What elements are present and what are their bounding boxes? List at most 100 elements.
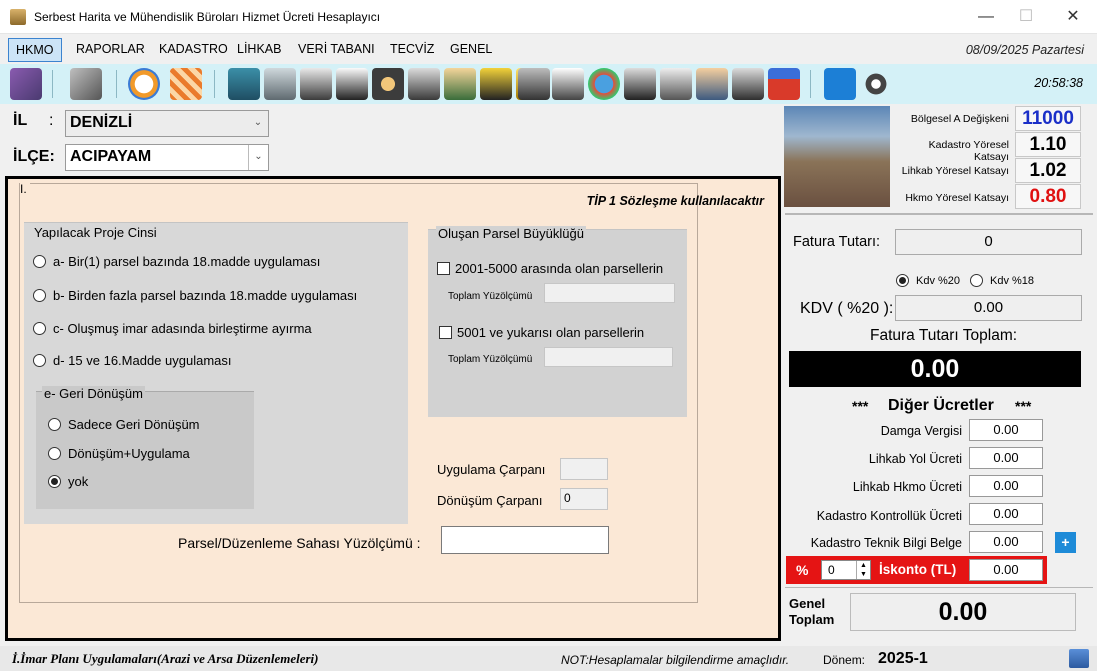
export-icon[interactable] — [824, 68, 856, 100]
checkbox-icon[interactable] — [437, 262, 450, 275]
radio-selected-icon[interactable] — [48, 475, 61, 488]
maximize-button[interactable]: ☐ — [1006, 4, 1046, 30]
survey-truck-icon[interactable] — [408, 68, 440, 100]
uygulama-carpani-input[interactable] — [560, 458, 608, 480]
il-select-value: DENİZLİ — [70, 114, 133, 131]
divider — [785, 587, 1093, 588]
certificate-icon[interactable] — [128, 68, 160, 100]
geri-option-yok[interactable]: yok — [48, 474, 88, 489]
calculator-icon[interactable] — [70, 68, 102, 100]
geri-option-donusum-uygulama[interactable]: Dönüşüm+Uygulama — [48, 446, 190, 461]
fee-value-kadastro-kontrolluk[interactable]: 0.00 — [969, 503, 1043, 525]
kdv-input[interactable]: 0.00 — [895, 295, 1082, 321]
menu-hkmo[interactable]: HKMO — [8, 38, 62, 62]
fee-label-kadastro-kontrolluk: Kadastro Kontrollük Ücreti — [816, 509, 962, 523]
radio-icon[interactable] — [33, 354, 46, 367]
mining-icon[interactable] — [444, 68, 476, 100]
iskonto-panel: % 0 ▲ ▼ İskonto (TL) 0.00 — [786, 556, 1047, 584]
team-icon[interactable] — [732, 68, 764, 100]
close-button[interactable]: ✕ — [1053, 4, 1093, 30]
fee-value-kadastro-teknik[interactable]: 0.00 — [969, 531, 1043, 553]
iskonto-percent-stepper[interactable]: 0 ▲ ▼ — [821, 560, 871, 580]
rate-value-a: 11000 — [1015, 106, 1081, 131]
add-fee-button[interactable]: + — [1055, 532, 1076, 553]
parcel-map-icon[interactable] — [552, 68, 584, 100]
current-time: 20:58:38 — [1034, 76, 1083, 90]
project-option-b[interactable]: b- Birden fazla parsel bazında 18.madde … — [33, 288, 357, 303]
parsel-size-group: Oluşan Parsel Büyüklüğü 2001-5000 arasın… — [428, 226, 687, 417]
floor-plan-icon[interactable] — [336, 68, 368, 100]
rate-value-kadastro: 1.10 — [1015, 132, 1081, 157]
chevron-down-icon[interactable]: ⌄ — [248, 145, 268, 170]
project-type-group: Yapılacak Proje Cinsi a- Bir(1) parsel b… — [24, 222, 408, 524]
fee-value-lihkab-hkmo[interactable]: 0.00 — [969, 475, 1043, 497]
parking-car-icon[interactable] — [768, 68, 800, 100]
kdv18-radio[interactable]: Kdv %18 — [970, 274, 1034, 287]
rate-label-hkmo: Hkmo Yöresel Katsayı — [905, 192, 1009, 204]
geri-option-donusum-uygulama-label: Dönüşüm+Uygulama — [68, 446, 190, 461]
parsel-2001-5000-checkbox[interactable]: 2001-5000 arasında olan parsellerin — [437, 261, 663, 276]
menu-kadastro[interactable]: KADASTRO — [152, 38, 235, 62]
fatura-toplam-value: 0.00 — [789, 351, 1081, 387]
uygulama-carpani-label: Uygulama Çarpanı — [437, 462, 546, 477]
menu-tecviz[interactable]: TECVİZ — [383, 38, 441, 62]
radio-icon[interactable] — [33, 289, 46, 302]
parsel-5001-checkbox[interactable]: 5001 ve yukarısı olan parsellerin — [439, 325, 644, 340]
minimize-button[interactable]: — — [966, 4, 1006, 30]
menu-genel[interactable]: GENEL — [443, 38, 499, 62]
yuzolcum-input[interactable] — [441, 526, 609, 554]
radio-icon[interactable] — [970, 274, 983, 287]
ilce-select-value: ACIPAYAM — [70, 148, 152, 165]
power-tower-icon[interactable] — [518, 68, 550, 100]
radio-icon[interactable] — [48, 447, 61, 460]
gears-icon[interactable] — [860, 68, 892, 100]
main-frame: I. TİP 1 Sözleşme kullanılacaktır Yapıla… — [5, 176, 781, 641]
fee-value-damga[interactable]: 0.00 — [969, 419, 1043, 441]
area2-input[interactable] — [544, 347, 673, 367]
checklist-icon[interactable] — [660, 68, 692, 100]
status-note: NOT:Hesaplamalar bilgilendirme amaçlıdır… — [561, 653, 790, 667]
settings-hand-icon[interactable] — [372, 68, 404, 100]
network-icon[interactable] — [1069, 649, 1089, 668]
kdv20-radio[interactable]: Kdv %20 — [896, 274, 960, 287]
fee-label-lihkab-yol: Lihkab Yol Ücreti — [868, 452, 962, 466]
total-station-icon[interactable] — [480, 68, 512, 100]
chevron-down-icon[interactable]: ⌄ — [248, 111, 268, 136]
chart-edit-icon[interactable] — [228, 68, 260, 100]
geri-option-yok-label: yok — [68, 474, 89, 489]
genel-toplam-value: 0.00 — [850, 593, 1076, 631]
radio-icon[interactable] — [33, 255, 46, 268]
project-option-a[interactable]: a- Bir(1) parsel bazında 18.madde uygula… — [33, 254, 320, 269]
iskonto-input[interactable]: 0.00 — [969, 559, 1043, 581]
project-option-d[interactable]: d- 15 ve 16.Madde uygulaması — [33, 353, 232, 368]
menu-lihkab[interactable]: LİHKAB — [230, 38, 288, 62]
ilce-select[interactable]: ACIPAYAM ⌄ — [65, 144, 269, 171]
geri-option-sadece[interactable]: Sadece Geri Dönüşüm — [48, 417, 200, 432]
map-board-icon[interactable] — [300, 68, 332, 100]
fatura-input[interactable]: 0 — [895, 229, 1082, 255]
project-option-c[interactable]: c- Oluşmuş imar adasında birleştirme ayı… — [33, 321, 312, 336]
radio-selected-icon[interactable] — [896, 274, 909, 287]
radio-icon[interactable] — [48, 418, 61, 431]
building-map-icon[interactable] — [624, 68, 656, 100]
rate-label-lihkab: Lihkab Yöresel Katsayı — [901, 165, 1009, 177]
rate-value-lihkab: 1.02 — [1015, 158, 1081, 183]
donusum-carpani-input[interactable]: 0 — [560, 488, 608, 510]
puzzle-icon[interactable] — [264, 68, 296, 100]
contract-type-text: TİP 1 Sözleşme kullanılacaktır — [586, 194, 764, 208]
radio-icon[interactable] — [33, 322, 46, 335]
map-grid-icon[interactable] — [170, 68, 202, 100]
globe-icon[interactable] — [588, 68, 620, 100]
rate-label-a: Bölgesel A Değişkeni — [910, 113, 1009, 125]
stepper-arrows-icon[interactable]: ▲ ▼ — [856, 561, 870, 579]
il-select[interactable]: DENİZLİ ⌄ — [65, 110, 269, 137]
fee-value-lihkab-yol[interactable]: 0.00 — [969, 447, 1043, 469]
engineer-desk-icon[interactable] — [696, 68, 728, 100]
database-icon[interactable] — [10, 68, 42, 100]
menu-raporlar[interactable]: RAPORLAR — [69, 38, 152, 62]
checkbox-icon[interactable] — [439, 326, 452, 339]
menu-veri-tabani[interactable]: VERİ TABANI — [291, 38, 382, 62]
project-option-a-label: a- Bir(1) parsel bazında 18.madde uygula… — [53, 254, 321, 269]
parsel-2001-5000-label: 2001-5000 arasında olan parsellerin — [455, 261, 664, 276]
area1-input[interactable] — [544, 283, 675, 303]
